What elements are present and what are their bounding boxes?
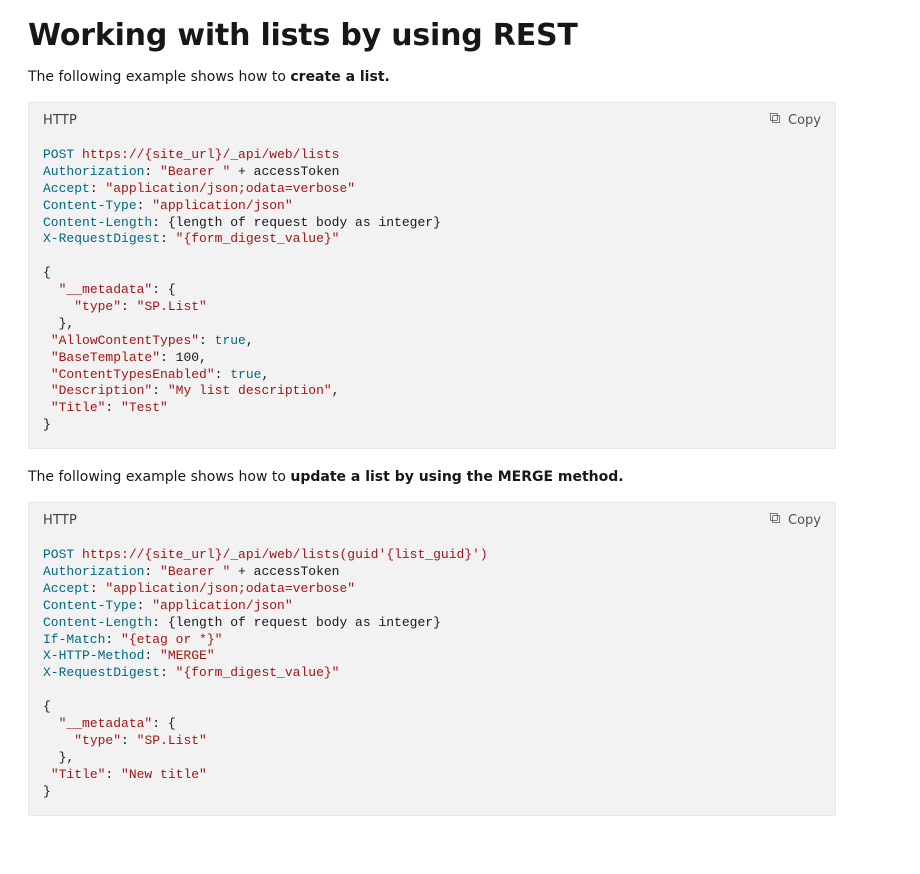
code-block-update-list: HTTP Copy POST https://{site_url}/_api/w… [28,502,836,815]
code-block-create-list: HTTP Copy POST https://{site_url}/_api/w… [28,102,836,449]
intro-1-text: The following example shows how to [28,69,290,85]
intro-1-bold: create a list. [290,69,389,85]
code-language-label: HTTP [43,113,77,128]
copy-button[interactable]: Copy [768,111,821,129]
code-block-content: POST https://{site_url}/_api/web/lists(g… [29,535,835,814]
code-block-header: HTTP Copy [29,503,835,535]
code-block-header: HTTP Copy [29,103,835,135]
intro-2-bold: update a list by using the MERGE method. [290,469,623,485]
copy-button[interactable]: Copy [768,511,821,529]
copy-label: Copy [788,513,821,528]
intro-paragraph-1: The following example shows how to creat… [28,67,836,88]
copy-icon [768,511,782,529]
code-language-label: HTTP [43,513,77,528]
copy-icon [768,111,782,129]
code-block-content: POST https://{site_url}/_api/web/lists A… [29,135,835,448]
copy-label: Copy [788,113,821,128]
intro-2-text: The following example shows how to [28,469,290,485]
intro-paragraph-2: The following example shows how to updat… [28,467,836,488]
page-title: Working with lists by using REST [28,18,836,53]
